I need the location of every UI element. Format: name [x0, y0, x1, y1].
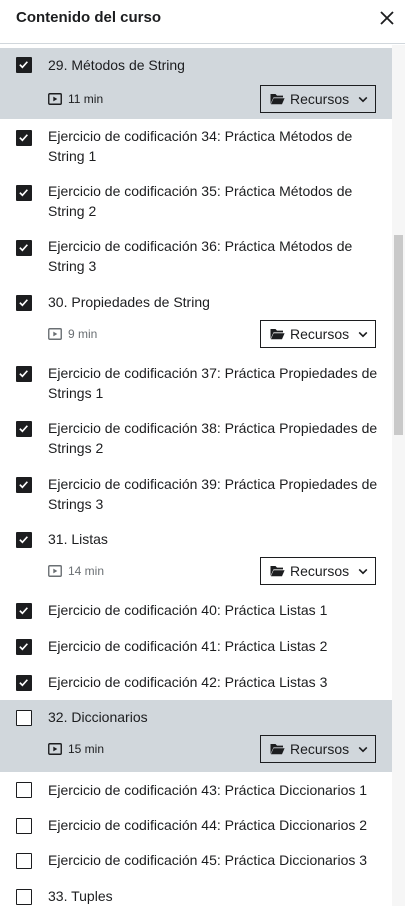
completion-checkbox[interactable] [16, 889, 32, 905]
completion-checkbox[interactable] [16, 710, 32, 726]
lecture-duration: 15 min [68, 742, 105, 756]
completion-checkbox[interactable] [16, 853, 32, 869]
chevron-down-icon [358, 746, 368, 752]
check-icon [19, 134, 28, 142]
lecture-title: 32. Diccionarios [48, 709, 148, 725]
resources-label: Recursos [290, 91, 350, 107]
check-icon [19, 370, 28, 378]
coding-exercise-item[interactable]: Ejercicio de codificación 41: Práctica L… [0, 628, 392, 664]
completion-checkbox[interactable] [16, 532, 32, 548]
exercise-title: Ejercicio de codificación 43: Práctica D… [48, 782, 368, 798]
coding-exercise-item[interactable]: Ejercicio de codificación 35: Práctica M… [0, 174, 392, 229]
completion-checkbox[interactable] [16, 477, 32, 493]
lecture-item[interactable]: 29. Métodos de String 11 min Recursos [0, 48, 392, 119]
video-icon [48, 93, 62, 105]
curriculum-list: 29. Métodos de String 11 min Recursos Ej… [0, 45, 392, 906]
check-icon [19, 189, 28, 197]
check-icon [19, 643, 28, 651]
lecture-duration: 9 min [68, 327, 98, 341]
completion-checkbox[interactable] [16, 130, 32, 146]
course-content-title: Contenido del curso [16, 9, 162, 26]
chevron-down-icon [358, 331, 368, 337]
lecture-meta: 9 min [48, 327, 97, 341]
resources-dropdown-button[interactable]: Recursos [260, 320, 376, 348]
check-icon [19, 481, 28, 489]
coding-exercise-item[interactable]: Ejercicio de codificación 42: Práctica L… [0, 664, 392, 700]
resources-label: Recursos [290, 741, 350, 757]
lecture-duration: 11 min [68, 92, 104, 106]
lecture-title: 33. Tuples [48, 888, 113, 904]
exercise-title: Ejercicio de codificación 37: Práctica P… [48, 365, 378, 401]
resources-dropdown-button[interactable]: Recursos [260, 557, 376, 585]
coding-exercise-item[interactable]: Ejercicio de codificación 40: Práctica L… [0, 592, 392, 628]
lecture-title: 31. Listas [48, 531, 108, 547]
lecture-item[interactable]: 31. Listas 14 min Recursos [0, 521, 392, 592]
lecture-item[interactable]: 30. Propiedades de String 9 min Recursos [0, 284, 392, 355]
exercise-title: Ejercicio de codificación 35: Práctica M… [48, 183, 353, 219]
course-content-header: Contenido del curso [0, 0, 405, 44]
exercise-title: Ejercicio de codificación 36: Práctica M… [48, 238, 353, 274]
chevron-down-icon [358, 568, 368, 574]
exercise-title: Ejercicio de codificación 45: Práctica D… [48, 852, 368, 868]
exercise-title: Ejercicio de codificación 42: Práctica L… [48, 674, 328, 690]
lecture-duration: 14 min [68, 564, 105, 578]
lecture-meta: 11 min [48, 92, 103, 106]
check-icon [19, 299, 28, 307]
coding-exercise-item[interactable]: Ejercicio de codificación 34: Práctica M… [0, 119, 392, 174]
completion-checkbox[interactable] [16, 639, 32, 655]
coding-exercise-item[interactable]: Ejercicio de codificación 45: Práctica D… [0, 843, 392, 879]
video-icon [48, 743, 62, 755]
folder-open-icon [270, 329, 285, 340]
chevron-down-icon [358, 96, 368, 102]
resources-label: Recursos [290, 563, 350, 579]
close-icon[interactable] [378, 9, 396, 27]
completion-checkbox[interactable] [16, 675, 32, 691]
lecture-meta: 15 min [48, 742, 104, 756]
coding-exercise-item[interactable]: Ejercicio de codificación 43: Práctica D… [0, 772, 392, 808]
folder-open-icon [270, 94, 285, 105]
lecture-item[interactable]: 32. Diccionarios 15 min Recursos [0, 700, 392, 772]
check-icon [19, 244, 28, 252]
resources-dropdown-button[interactable]: Recursos [260, 85, 376, 113]
check-icon [19, 425, 28, 433]
lecture-title: 29. Métodos de String [48, 57, 185, 73]
completion-checkbox[interactable] [16, 421, 32, 437]
completion-checkbox[interactable] [16, 185, 32, 201]
coding-exercise-item[interactable]: Ejercicio de codificación 37: Práctica P… [0, 355, 392, 410]
exercise-title: Ejercicio de codificación 44: Práctica D… [48, 817, 368, 833]
completion-checkbox[interactable] [16, 295, 32, 311]
scrollbar[interactable] [392, 45, 405, 906]
lecture-meta: 14 min [48, 564, 104, 578]
exercise-title: Ejercicio de codificación 34: Práctica M… [48, 128, 353, 164]
coding-exercise-item[interactable]: Ejercicio de codificación 39: Práctica P… [0, 466, 392, 521]
video-icon [48, 328, 62, 340]
folder-open-icon [270, 744, 285, 755]
video-icon [48, 565, 62, 577]
completion-checkbox[interactable] [16, 57, 32, 73]
exercise-title: Ejercicio de codificación 41: Práctica L… [48, 638, 328, 654]
exercise-title: Ejercicio de codificación 38: Práctica P… [48, 420, 378, 456]
scrollbar-thumb[interactable] [394, 235, 403, 435]
completion-checkbox[interactable] [16, 782, 32, 798]
completion-checkbox[interactable] [16, 818, 32, 834]
coding-exercise-item[interactable]: Ejercicio de codificación 44: Práctica D… [0, 808, 392, 843]
resources-dropdown-button[interactable]: Recursos [260, 735, 376, 763]
completion-checkbox[interactable] [16, 603, 32, 619]
exercise-title: Ejercicio de codificación 39: Práctica P… [48, 476, 378, 512]
lecture-item[interactable]: 33. Tuples [0, 879, 392, 906]
completion-checkbox[interactable] [16, 366, 32, 382]
resources-label: Recursos [290, 326, 350, 342]
check-icon [19, 536, 28, 544]
folder-open-icon [270, 566, 285, 577]
check-icon [19, 61, 28, 69]
completion-checkbox[interactable] [16, 240, 32, 256]
lecture-title: 30. Propiedades de String [48, 294, 210, 310]
coding-exercise-item[interactable]: Ejercicio de codificación 38: Práctica P… [0, 410, 392, 466]
check-icon [19, 679, 28, 687]
check-icon [19, 607, 28, 615]
exercise-title: Ejercicio de codificación 40: Práctica L… [48, 602, 328, 618]
coding-exercise-item[interactable]: Ejercicio de codificación 36: Práctica M… [0, 229, 392, 284]
